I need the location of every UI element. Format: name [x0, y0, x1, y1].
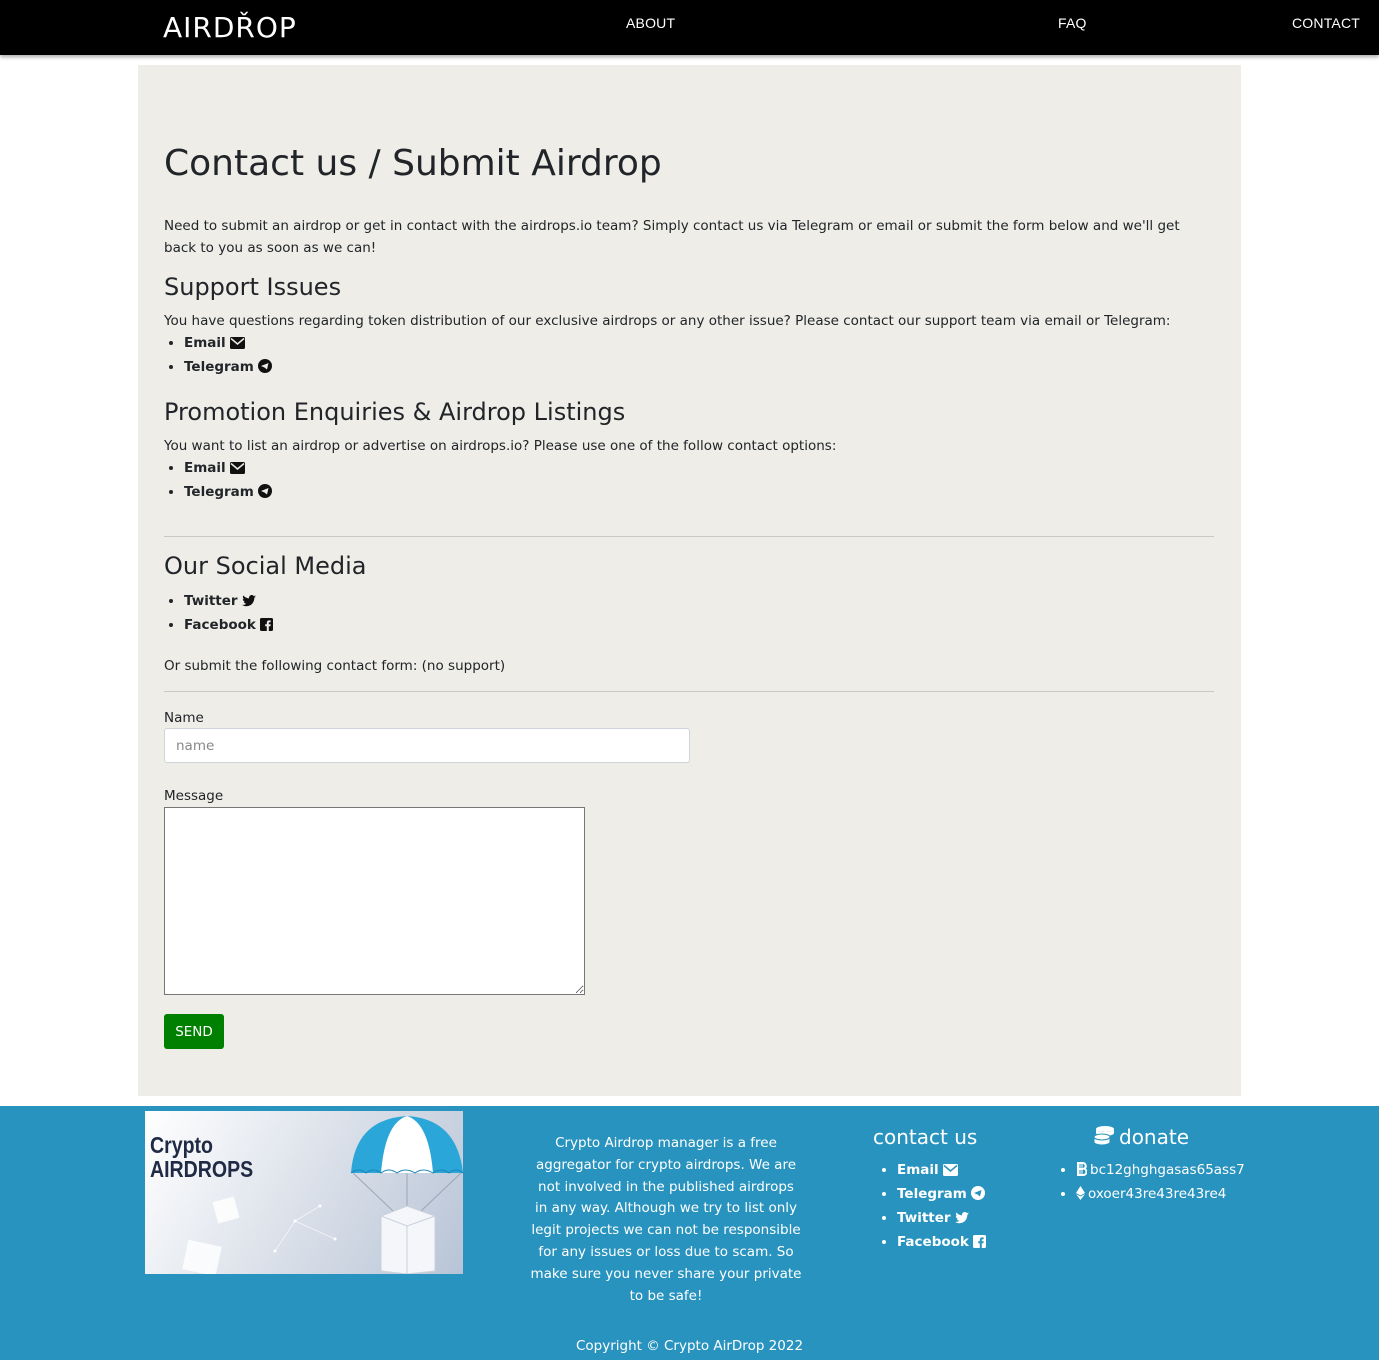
list-item[interactable]: Email [184, 457, 272, 481]
ethereum-icon [1076, 1185, 1085, 1207]
promotion-email-link[interactable]: Email [184, 460, 226, 476]
twitter-link[interactable]: Twitter [184, 593, 238, 609]
facebook-icon [259, 616, 273, 638]
nav-link-about[interactable]: ABOUT [626, 15, 675, 31]
support-text: You have questions regarding token distr… [164, 313, 1171, 329]
promotion-text: You want to list an airdrop or advertise… [164, 438, 837, 454]
crypto-airdrops-banner: Crypto AIRDROPS [145, 1111, 463, 1274]
footer-contact-heading: contact us [873, 1125, 978, 1149]
list-item[interactable]: Twitter [897, 1207, 986, 1231]
footer-donate-list: bc12ghghgasas65ass7 oxoer43re43re43re4 [1076, 1159, 1245, 1207]
banner-line-crypto: Crypto [150, 1132, 214, 1158]
promotion-links: Email Telegram [184, 457, 272, 505]
footer-facebook-link[interactable]: Facebook [897, 1234, 969, 1250]
telegram-icon [257, 358, 272, 380]
list-item[interactable]: Twitter [184, 590, 273, 614]
social-heading: Our Social Media [164, 552, 367, 580]
list-item[interactable]: Email [184, 332, 272, 356]
footer-donate-heading: donate [1093, 1125, 1189, 1152]
list-item[interactable]: Email [897, 1159, 986, 1183]
twitter-icon [241, 592, 256, 614]
facebook-link[interactable]: Facebook [184, 617, 256, 633]
main-content-panel: Contact us / Submit Airdrop Need to subm… [138, 65, 1241, 1096]
page-title: Contact us / Submit Airdrop [164, 143, 662, 184]
footer-telegram-link[interactable]: Telegram [897, 1186, 967, 1202]
nav-link-contact[interactable]: CONTACT [1292, 15, 1360, 31]
donate-heading-text: donate [1119, 1125, 1190, 1149]
telegram-icon [257, 483, 272, 505]
top-navbar: AIRDŘOP ABOUT FAQ CONTACT [0, 0, 1379, 55]
bitcoin-address: bc12ghghgasas65ass7 [1090, 1162, 1245, 1178]
list-item[interactable]: Facebook [897, 1231, 986, 1255]
twitter-icon [954, 1209, 969, 1231]
support-email-link[interactable]: Email [184, 335, 226, 351]
list-item[interactable]: Telegram [897, 1183, 986, 1207]
envelope-icon [229, 334, 245, 356]
name-input[interactable] [164, 728, 690, 763]
send-button[interactable]: SEND [164, 1014, 224, 1049]
social-links: Twitter Facebook [184, 590, 273, 638]
intro-text: Need to submit an airdrop or get in cont… [164, 218, 1180, 256]
list-item[interactable]: Telegram [184, 356, 272, 380]
ethereum-address: oxoer43re43re43re4 [1088, 1186, 1227, 1202]
list-item: bc12ghghgasas65ass7 [1076, 1159, 1245, 1183]
envelope-icon [942, 1161, 958, 1183]
copyright-text: Copyright © Crypto AirDrop 2022 [575, 1338, 804, 1354]
envelope-icon [229, 459, 245, 481]
form-intro-text: Or submit the following contact form: (n… [164, 658, 506, 674]
support-heading: Support Issues [164, 273, 342, 301]
promotion-heading: Promotion Enquiries & Airdrop Listings [164, 398, 626, 426]
footer-about-text: Crypto Airdrop manager is a free aggrega… [530, 1135, 802, 1304]
list-item[interactable]: Telegram [184, 481, 272, 505]
nav-link-faq[interactable]: FAQ [1058, 15, 1087, 31]
message-label: Message [164, 788, 224, 804]
site-footer: Crypto AIRDROPS Crypto Airdrop manager i… [0, 1106, 1379, 1360]
support-telegram-link[interactable]: Telegram [184, 359, 254, 375]
facebook-icon [972, 1233, 986, 1255]
footer-contact-links: Email Telegram Twitter Facebook [897, 1159, 986, 1255]
coins-icon [1093, 1125, 1115, 1152]
section-divider [164, 536, 1214, 537]
footer-twitter-link[interactable]: Twitter [897, 1210, 951, 1226]
telegram-icon [970, 1185, 985, 1207]
section-divider [164, 691, 1214, 692]
promotion-telegram-link[interactable]: Telegram [184, 484, 254, 500]
banner-text: Crypto AIRDROPS [150, 1133, 253, 1181]
support-links: Email Telegram [184, 332, 272, 380]
site-logo[interactable]: AIRDŘOP [163, 11, 297, 44]
footer-email-link[interactable]: Email [897, 1162, 939, 1178]
name-label: Name [164, 710, 204, 726]
list-item: oxoer43re43re43re4 [1076, 1183, 1245, 1207]
banner-line-airdrops: AIRDROPS [150, 1156, 254, 1182]
list-item[interactable]: Facebook [184, 614, 273, 638]
bitcoin-icon [1076, 1161, 1088, 1183]
message-textarea[interactable] [164, 807, 585, 995]
